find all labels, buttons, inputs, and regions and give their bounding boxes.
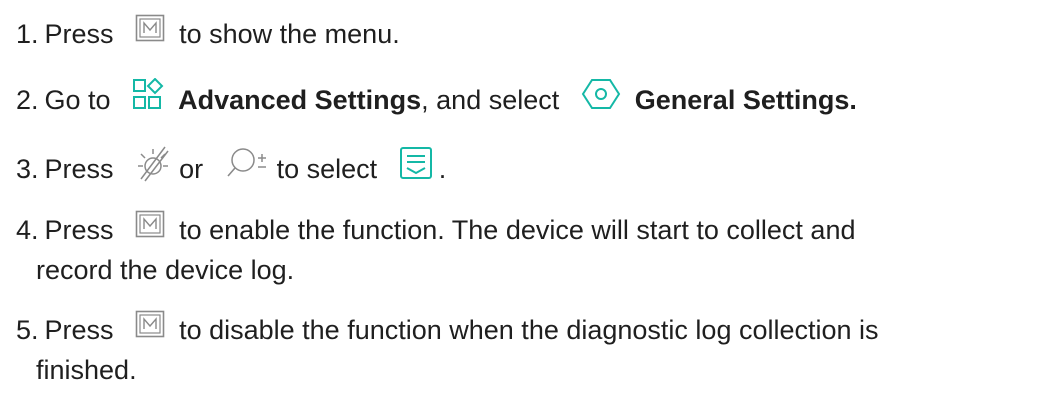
m-key-icon: [135, 14, 165, 52]
step-text-post: .: [438, 154, 447, 185]
step-number: 5.: [16, 315, 39, 345]
step-text-pre: Press: [44, 19, 114, 49]
step-text-mid: to select: [276, 154, 378, 185]
step-3: 3. Press or to select .: [16, 146, 446, 196]
step-text-pre: Press: [44, 315, 114, 345]
instruction-list: 1. Press to show the menu. 2. Go to Advanc…: [0, 0, 1061, 401]
step-text-continuation: record the device log.: [36, 254, 295, 285]
step-text-post: to show the menu.: [179, 19, 400, 49]
m-key-icon: [135, 210, 165, 248]
step-4: 4. Press to enable the function. The devi…: [16, 210, 856, 289]
step-text-post: to enable the function. The device will …: [179, 215, 856, 245]
step-text-mid: , and select: [421, 85, 560, 116]
device-log-icon: [399, 146, 433, 190]
advanced-settings-icon: [132, 77, 164, 120]
step-number: 1.: [16, 19, 39, 49]
step-number: 2.: [16, 85, 39, 116]
general-settings-link: General Settings.: [634, 85, 857, 116]
general-settings-icon: [581, 78, 621, 120]
step-text-or: or: [179, 154, 204, 185]
step-text-continuation: finished.: [36, 354, 137, 385]
step-number: 4.: [16, 215, 39, 245]
zoom-icon: [225, 146, 269, 190]
m-key-icon: [135, 310, 165, 348]
step-2: 2. Go to Advanced Settings, and select Ge…: [16, 77, 857, 123]
step-text-post: to disable the function when the diagnos…: [179, 315, 879, 345]
step-text-pre: Press: [44, 215, 114, 245]
step-1: 1. Press to show the menu.: [16, 14, 400, 55]
advanced-settings-link: Advanced Settings: [178, 85, 422, 116]
step-5: 5. Press to disable the function when the…: [16, 310, 879, 389]
step-text-pre: Press: [44, 154, 114, 185]
brightness-icon: [135, 143, 171, 193]
step-text-pre: Go to: [44, 85, 111, 116]
step-number: 3.: [16, 154, 39, 185]
